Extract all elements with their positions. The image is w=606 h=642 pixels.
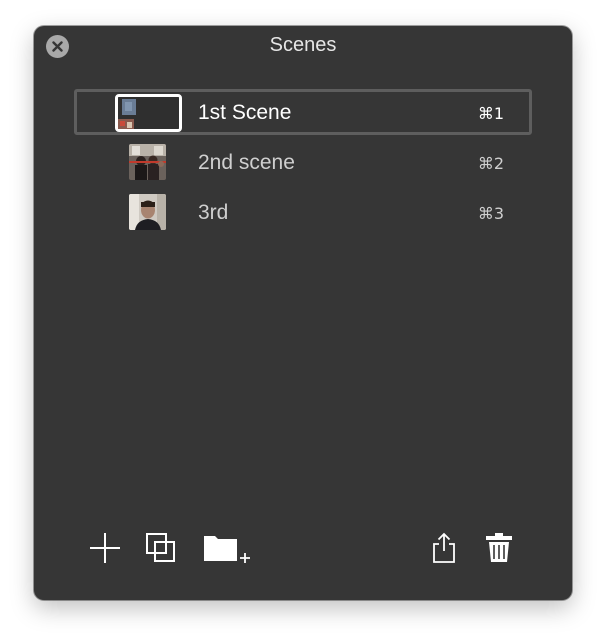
new-folder-button[interactable]: [202, 531, 254, 570]
scene-thumbnail: [129, 194, 166, 230]
trash-icon: [486, 533, 512, 562]
add-scene-button[interactable]: [88, 531, 122, 570]
scene-shortcut: ⌘3: [477, 204, 504, 223]
scene-row-1[interactable]: 1st Scene ⌘1: [74, 89, 532, 135]
scene-name: 2nd scene: [198, 151, 295, 174]
share-icon: [433, 532, 455, 563]
scene-shortcut: ⌘1: [477, 104, 504, 123]
window-title: Scenes: [269, 34, 337, 56]
delete-scene-button[interactable]: [484, 531, 514, 570]
scene-thumbnail: [129, 144, 166, 180]
scene-row-3[interactable]: 3rd ⌘3: [74, 189, 532, 235]
scene-list: 1st Scene ⌘1 2nd scene ⌘2 3rd ⌘3: [74, 89, 532, 239]
scenes-panel: Scenes 1st Scene ⌘1 2nd scene ⌘2 3rd ⌘3: [34, 26, 572, 600]
scene-thumbnail: [115, 94, 182, 132]
plus-icon: [90, 533, 120, 563]
scene-name: 1st Scene: [198, 101, 292, 124]
scene-row-2[interactable]: 2nd scene ⌘2: [74, 139, 532, 185]
new-folder-icon: [204, 536, 250, 563]
duplicate-scene-button[interactable]: [144, 531, 178, 570]
scene-name: 3rd: [198, 201, 229, 224]
duplicate-icon: [146, 533, 175, 562]
scene-shortcut: ⌘2: [477, 154, 504, 173]
share-button[interactable]: [430, 531, 458, 570]
